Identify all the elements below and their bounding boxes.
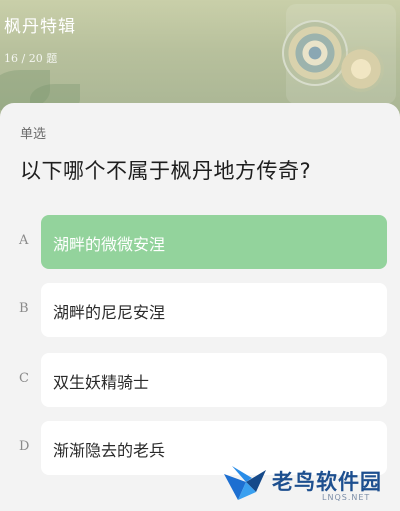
flower-emblem-icon [282, 20, 348, 86]
option-letter: C [19, 371, 29, 386]
flower-decoration-icon [338, 46, 384, 92]
question-progress: 16 / 20 题 [4, 52, 58, 65]
question-card: 单选 以下哪个不属于枫丹地方传奇? A 湖畔的微微安涅 B 湖畔的尼尼安涅 C … [0, 103, 400, 511]
watermark-text: 老鸟软件园 [272, 470, 382, 494]
question-type-label: 单选 [20, 127, 47, 142]
watermark-subtext: LNQS.NET [322, 493, 371, 502]
bird-logo-icon [224, 466, 266, 500]
option-c[interactable]: C 双生妖精骑士 [0, 353, 400, 407]
quiz-title: 枫丹特辑 [4, 17, 76, 37]
option-a-button[interactable]: 湖畔的微微安涅 [41, 215, 387, 269]
option-letter: B [19, 301, 29, 316]
option-letter: D [19, 439, 30, 454]
option-a[interactable]: A 湖畔的微微安涅 [0, 215, 400, 269]
option-c-button[interactable]: 双生妖精骑士 [41, 353, 387, 407]
option-letter: A [19, 233, 29, 248]
site-watermark: 老鸟软件园 LNQS.NET [222, 462, 392, 506]
question-text: 以下哪个不属于枫丹地方传奇? [20, 159, 312, 183]
option-b-button[interactable]: 湖畔的尼尼安涅 [41, 283, 387, 337]
quiz-header: 枫丹特辑 16 / 20 题 [0, 0, 400, 118]
option-b[interactable]: B 湖畔的尼尼安涅 [0, 283, 400, 337]
